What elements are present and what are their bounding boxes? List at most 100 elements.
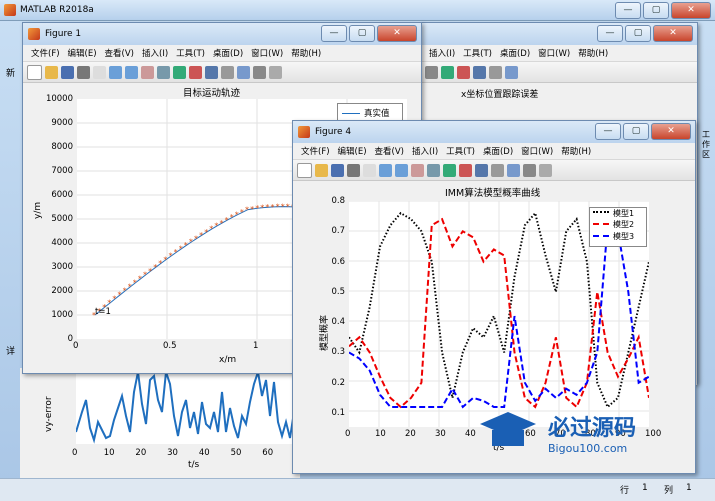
- brush-icon[interactable]: [457, 65, 470, 79]
- colorbar-icon[interactable]: [221, 65, 234, 79]
- trajectory-marker: *: [143, 271, 147, 280]
- menu-item[interactable]: 桌面(D): [483, 145, 513, 157]
- link-icon[interactable]: [475, 163, 488, 177]
- menu-item[interactable]: 工具(T): [446, 145, 475, 157]
- show-tools-icon[interactable]: [539, 163, 552, 177]
- menu-item[interactable]: 插入(I): [429, 47, 455, 59]
- hide-tools-icon[interactable]: [253, 65, 266, 79]
- datacursor-icon[interactable]: [441, 65, 454, 79]
- menu-item[interactable]: 窗口(W): [538, 47, 570, 59]
- legend-icon[interactable]: [505, 65, 518, 79]
- menu-item[interactable]: 桌面(D): [500, 47, 530, 59]
- new-icon[interactable]: [297, 162, 312, 178]
- menu-item[interactable]: 桌面(D): [213, 47, 243, 59]
- zoom-out-icon[interactable]: [395, 163, 408, 177]
- menu-item[interactable]: 插入(I): [142, 47, 168, 59]
- fig1-axes-title: 目标运动轨迹: [183, 88, 241, 99]
- fig1-close-button[interactable]: ✕: [377, 25, 417, 42]
- zoom-out-icon[interactable]: [125, 65, 138, 79]
- menu-item[interactable]: 工具(T): [463, 47, 492, 59]
- zoom-in-icon[interactable]: [109, 65, 122, 79]
- fig1-min-button[interactable]: —: [321, 25, 347, 42]
- fig4-toolbar: [293, 160, 695, 181]
- link-icon[interactable]: [205, 65, 218, 79]
- bg-max-button[interactable]: ▢: [625, 25, 651, 42]
- bg-min-button[interactable]: —: [597, 25, 623, 42]
- rotate-icon[interactable]: [427, 163, 440, 177]
- legend-icon[interactable]: [507, 163, 520, 177]
- pointer-icon[interactable]: [363, 163, 376, 177]
- menu-item[interactable]: 窗口(W): [251, 47, 283, 59]
- new-icon[interactable]: [27, 64, 42, 80]
- datacursor-icon[interactable]: [443, 163, 456, 177]
- menu-item[interactable]: 文件(F): [31, 47, 60, 59]
- menu-item[interactable]: 编辑(E): [68, 47, 97, 59]
- y-tick-label: 10000: [45, 94, 73, 104]
- bg-close-button[interactable]: ✕: [653, 25, 693, 42]
- fig4-min-button[interactable]: —: [595, 123, 621, 140]
- colorbar-icon[interactable]: [489, 65, 502, 79]
- y-tick-label: 1000: [51, 310, 73, 320]
- save-icon[interactable]: [61, 65, 74, 79]
- maximize-button[interactable]: ▢: [643, 2, 669, 19]
- show-tools-icon[interactable]: [269, 65, 282, 79]
- legend-label-model3: 模型3: [613, 232, 635, 241]
- trajectory-marker: *: [174, 248, 178, 257]
- close-button[interactable]: ✕: [671, 2, 711, 19]
- trajectory-marker: *: [276, 203, 280, 212]
- pan-icon[interactable]: [141, 65, 154, 79]
- menu-item[interactable]: 帮助(H): [578, 47, 608, 59]
- menu-item[interactable]: 查看(V): [375, 145, 404, 157]
- y-tick-label: 0.6: [331, 256, 345, 267]
- minimize-button[interactable]: —: [615, 2, 641, 19]
- fig4-legend: 模型1 模型2 模型3: [589, 207, 647, 247]
- legend-icon[interactable]: [237, 65, 250, 79]
- trajectory-marker: *: [286, 203, 290, 212]
- fig4-max-button[interactable]: ▢: [623, 123, 649, 140]
- menu-item[interactable]: 插入(I): [412, 145, 438, 157]
- legend-label-model1: 模型1: [613, 209, 635, 218]
- fig4-close-button[interactable]: ✕: [651, 123, 691, 140]
- menu-item[interactable]: 帮助(H): [561, 145, 591, 157]
- link-icon[interactable]: [473, 65, 486, 79]
- print-icon[interactable]: [347, 163, 360, 177]
- figure4-titlebar: Figure 4 — ▢ ✕: [293, 121, 695, 143]
- brush-icon[interactable]: [189, 65, 202, 79]
- x-tick-label: 10: [375, 429, 386, 439]
- pan-icon[interactable]: [425, 65, 438, 79]
- fig4-axes[interactable]: 模型1 模型2 模型3: [348, 200, 650, 427]
- print-icon[interactable]: [77, 65, 90, 79]
- trajectory-marker: *: [199, 231, 203, 240]
- x-tick-label: 0.5: [163, 341, 177, 351]
- y-tick-label: 3000: [51, 262, 73, 272]
- menu-item[interactable]: 文件(F): [301, 145, 330, 157]
- menu-item[interactable]: 查看(V): [105, 47, 134, 59]
- left-panel-label-detail: 详: [6, 347, 16, 357]
- pan-icon[interactable]: [411, 163, 424, 177]
- menu-item[interactable]: 工具(T): [176, 47, 205, 59]
- trajectory-marker: *: [225, 216, 229, 225]
- open-icon[interactable]: [45, 65, 58, 79]
- workspace-tab-label[interactable]: 工作区: [702, 130, 712, 160]
- y-tick-label: 2000: [51, 286, 73, 296]
- pointer-icon[interactable]: [93, 65, 106, 79]
- brush-icon[interactable]: [459, 163, 472, 177]
- save-icon[interactable]: [331, 163, 344, 177]
- y-tick-label: 0.5: [331, 286, 345, 297]
- legend-line-model1: [593, 211, 609, 213]
- open-icon[interactable]: [315, 163, 328, 177]
- fig1-max-button[interactable]: ▢: [349, 25, 375, 42]
- colorbar-icon[interactable]: [491, 163, 504, 177]
- datacursor-icon[interactable]: [173, 65, 186, 79]
- menu-item[interactable]: 帮助(H): [291, 47, 321, 59]
- vy-error-axes[interactable]: [75, 371, 299, 444]
- trajectory-marker: *: [179, 245, 183, 254]
- trajectory-marker: *: [235, 211, 239, 220]
- menu-item[interactable]: 编辑(E): [338, 145, 367, 157]
- figure1-titlebar: Figure 1 — ▢ ✕: [23, 23, 421, 45]
- menu-item[interactable]: 窗口(W): [521, 145, 553, 157]
- rotate-icon[interactable]: [157, 65, 170, 79]
- zoom-in-icon[interactable]: [379, 163, 392, 177]
- fig4-axes-title: IMM算法模型概率曲线: [445, 188, 541, 199]
- hide-tools-icon[interactable]: [523, 163, 536, 177]
